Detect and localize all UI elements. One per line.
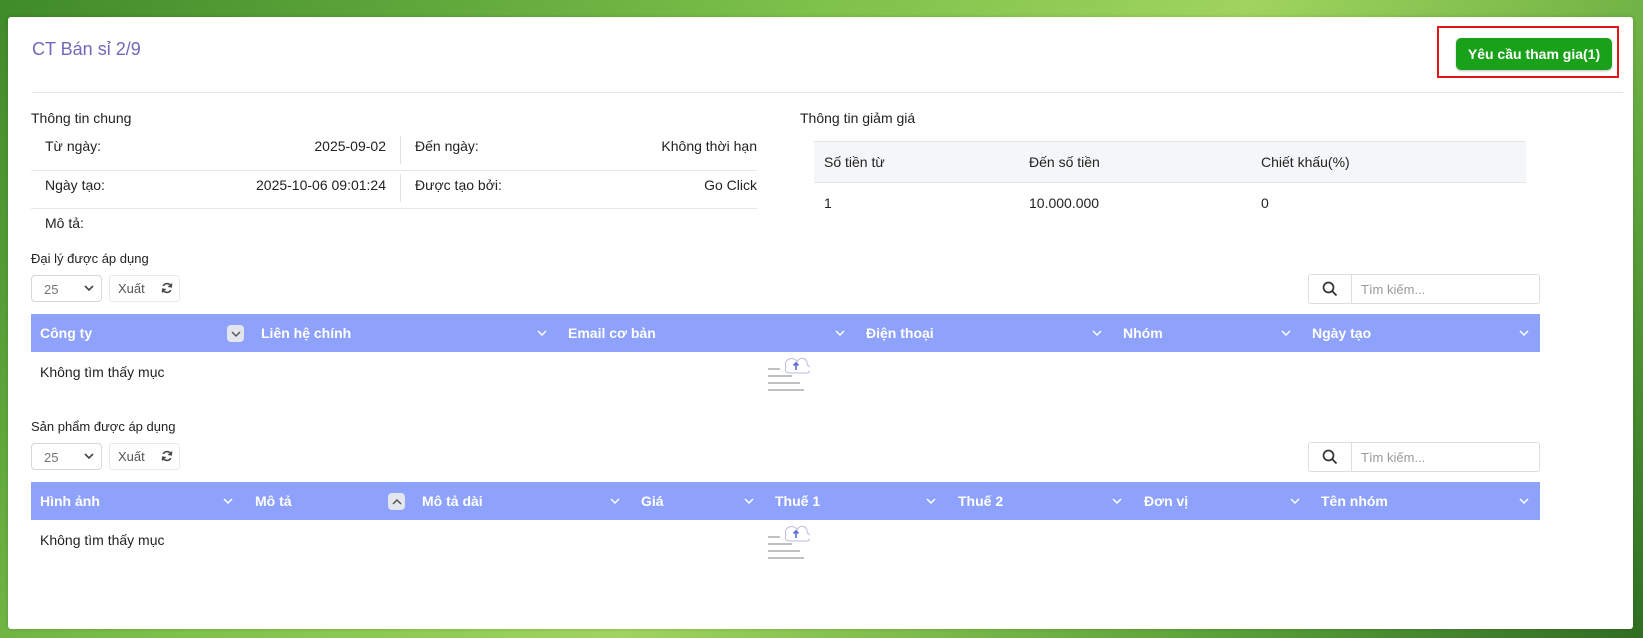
- products-search-box: [1308, 442, 1540, 472]
- chevron-down-icon[interactable]: [1279, 326, 1293, 340]
- chevron-down-icon[interactable]: [1288, 494, 1302, 508]
- products-table-header: Hình ảnh Mô tả Mô tả dài Giá Thuế 1 Thuế…: [31, 482, 1540, 520]
- header-divider: [32, 92, 1623, 93]
- sort-chevron-up-icon[interactable]: [388, 493, 405, 510]
- info-separator: [400, 174, 401, 202]
- to-date-label: Đến ngày:: [415, 138, 479, 154]
- from-date-label: Từ ngày:: [45, 138, 102, 154]
- discount-cell-from: 1: [824, 195, 832, 211]
- created-date-value: 2025-10-06 09:01:24: [256, 177, 386, 193]
- discount-cell-to: 10.000.000: [1029, 195, 1100, 211]
- refresh-icon[interactable]: [155, 449, 173, 465]
- join-request-button[interactable]: Yêu cầu tham gia(1): [1456, 38, 1612, 70]
- agents-col-group[interactable]: Nhóm: [1123, 314, 1163, 352]
- discount-header-from: Số tiền từ: [824, 154, 885, 170]
- products-empty-text: Không tìm thấy mục: [40, 532, 165, 548]
- agents-empty-text: Không tìm thấy mục: [40, 364, 165, 380]
- sort-chevron-down-icon[interactable]: [227, 325, 244, 342]
- chevron-down-icon[interactable]: [742, 494, 756, 508]
- empty-data-icon: [768, 525, 810, 559]
- chevron-down-icon[interactable]: [924, 494, 938, 508]
- discount-table-header: Số tiền từ Đến số tiền Chiết khấu(%): [814, 141, 1526, 183]
- agents-search-input[interactable]: [1353, 276, 1533, 302]
- refresh-icon[interactable]: [155, 281, 173, 297]
- products-col-group-name[interactable]: Tên nhóm: [1321, 482, 1388, 520]
- chevron-down-icon: [84, 449, 94, 466]
- agents-search-box: [1308, 274, 1540, 304]
- discount-info-title: Thông tin giảm giá: [800, 110, 916, 126]
- products-col-tax2[interactable]: Thuế 2: [958, 482, 1003, 520]
- search-icon[interactable]: [1309, 443, 1352, 471]
- agents-col-phone[interactable]: Điện thoại: [866, 314, 934, 352]
- chevron-down-icon[interactable]: [833, 326, 847, 340]
- discount-cell-percent: 0: [1261, 195, 1269, 211]
- chevron-down-icon[interactable]: [1090, 326, 1104, 340]
- general-info-title: Thông tin chung: [31, 110, 132, 126]
- description-label: Mô tả:: [45, 215, 84, 231]
- chevron-down-icon[interactable]: [1517, 494, 1531, 508]
- agents-toolbar-buttons: Xuất: [109, 275, 180, 302]
- created-by-label: Được tạo bởi:: [415, 177, 502, 193]
- info-row-divider: [31, 170, 757, 171]
- agents-title: Đại lý được áp dụng: [31, 251, 149, 266]
- chevron-down-icon: [84, 281, 94, 298]
- products-col-description[interactable]: Mô tả: [255, 482, 292, 520]
- agents-page-size-value: 25: [44, 282, 59, 297]
- search-icon[interactable]: [1309, 275, 1352, 303]
- chevron-down-icon[interactable]: [535, 326, 549, 340]
- created-date-label: Ngày tạo:: [45, 177, 105, 193]
- products-col-price[interactable]: Giá: [641, 482, 664, 520]
- products-col-long-description[interactable]: Mô tả dài: [422, 482, 483, 520]
- agents-col-contact[interactable]: Liên hệ chính: [261, 314, 351, 352]
- products-export-button[interactable]: Xuất: [110, 449, 155, 464]
- products-page-size-select[interactable]: 25: [31, 443, 102, 470]
- empty-data-icon: [768, 357, 810, 391]
- products-toolbar-buttons: Xuất: [109, 443, 180, 470]
- agents-export-button[interactable]: Xuất: [110, 281, 155, 296]
- products-col-tax1[interactable]: Thuế 1: [775, 482, 820, 520]
- products-search-input[interactable]: [1353, 444, 1533, 470]
- agents-col-company[interactable]: Công ty: [40, 314, 92, 352]
- agents-page-size-select[interactable]: 25: [31, 275, 102, 302]
- products-col-unit[interactable]: Đơn vị: [1144, 482, 1188, 520]
- discount-header-to: Đến số tiền: [1029, 154, 1100, 170]
- detail-card: CT Bán sỉ 2/9 Yêu cầu tham gia(1) Thông …: [8, 17, 1633, 629]
- agents-col-created[interactable]: Ngày tạo: [1312, 314, 1371, 352]
- chevron-down-icon[interactable]: [1517, 326, 1531, 340]
- page-title: CT Bán sỉ 2/9: [32, 39, 141, 59]
- chevron-down-icon[interactable]: [1110, 494, 1124, 508]
- discount-header-percent: Chiết khấu(%): [1261, 154, 1350, 170]
- info-row-divider: [31, 208, 757, 209]
- info-separator: [400, 136, 401, 164]
- created-by-value: Go Click: [704, 177, 757, 193]
- chevron-down-icon[interactable]: [608, 494, 622, 508]
- chevron-down-icon[interactable]: [221, 494, 235, 508]
- products-col-image[interactable]: Hình ảnh: [40, 482, 100, 520]
- agents-table-header: Công ty Liên hệ chính Email cơ bản Điện …: [31, 314, 1540, 352]
- agents-col-email[interactable]: Email cơ bản: [568, 314, 656, 352]
- discount-table: Số tiền từ Đến số tiền Chiết khấu(%) 1 1…: [814, 141, 1526, 223]
- to-date-value: Không thời hạn: [661, 138, 757, 154]
- products-page-size-value: 25: [44, 450, 59, 465]
- from-date-value: 2025-09-02: [314, 138, 386, 154]
- products-title: Sản phẩm được áp dụng: [31, 419, 176, 434]
- discount-table-row: 1 10.000.000 0: [814, 183, 1526, 223]
